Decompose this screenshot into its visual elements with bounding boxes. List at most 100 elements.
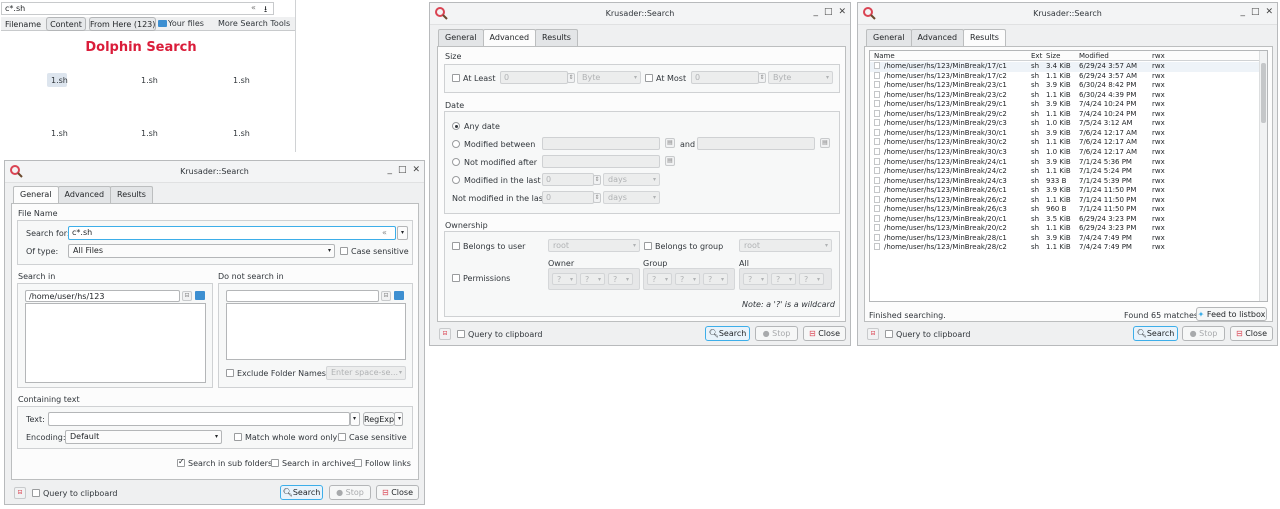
not-modified-in-last-unit[interactable]: days ▾	[603, 191, 660, 204]
table-row[interactable]: /home/user/hs/123/MinBreak/29/c2 sh 1.1 Ki…	[870, 109, 1267, 120]
close-icon[interactable]: ✕	[838, 7, 846, 17]
modified-to-input[interactable]	[697, 137, 815, 150]
perm-read-all[interactable]: ? ▾	[743, 273, 768, 285]
spin-icon[interactable]: ⇕	[567, 73, 575, 83]
search-history-dropdown[interactable]: ▾	[397, 226, 408, 240]
spin-icon[interactable]: ⇕	[593, 175, 601, 185]
at-least-label[interactable]: At Least	[463, 74, 495, 83]
perm-read-group[interactable]: ? ▾	[647, 273, 672, 285]
browse-folder-icon[interactable]	[394, 291, 404, 300]
calendar-icon[interactable]: ▤	[665, 156, 675, 166]
modified-in-last-value[interactable]: 0	[542, 173, 594, 186]
table-row[interactable]: /home/user/hs/123/MinBreak/26/c1 sh 3.9 Ki…	[870, 186, 1267, 196]
calendar-icon[interactable]: ▤	[820, 138, 830, 148]
do-not-search-input[interactable]	[226, 290, 379, 302]
search-button[interactable]: 🔍︎Search	[1133, 326, 1178, 341]
close-icon[interactable]: ✕	[412, 165, 420, 175]
file-item-label[interactable]: 1.sh	[51, 76, 68, 85]
file-item-label[interactable]: 1.sh	[51, 129, 68, 138]
permissions-checkbox[interactable]	[452, 274, 460, 282]
match-whole-word-checkbox[interactable]	[234, 433, 242, 441]
query-clipboard-checkbox[interactable]	[885, 330, 893, 338]
modified-between-label[interactable]: Modified between	[464, 140, 535, 149]
stop-button[interactable]: ● Stop	[329, 485, 371, 500]
dolphin-search-bar[interactable]: c*.sh « ⭳	[1, 2, 274, 15]
table-row[interactable]: /home/user/hs/123/MinBreak/30/c1 sh 3.9 Ki…	[870, 128, 1267, 139]
table-row[interactable]: /home/user/hs/123/MinBreak/17/c2 sh 1.1 Ki…	[870, 71, 1267, 82]
tab-general[interactable]: General	[13, 186, 59, 204]
perm-write-all[interactable]: ? ▾	[771, 273, 796, 285]
close-button[interactable]: ⊟ Close	[376, 485, 419, 500]
dolphin-search-input[interactable]: c*.sh	[5, 4, 25, 13]
close-button[interactable]: ⊟ Close	[1230, 326, 1273, 341]
tab-advanced[interactable]: Advanced	[482, 29, 537, 47]
table-row[interactable]: /home/user/hs/123/MinBreak/26/c3 sh 960 B 7…	[870, 205, 1267, 215]
query-clipboard-checkbox[interactable]	[32, 489, 40, 497]
at-most-label[interactable]: At Most	[656, 74, 686, 83]
table-row[interactable]: /home/user/hs/123/MinBreak/28/c1 sh 3.9 Ki…	[870, 233, 1267, 244]
query-clipboard-checkbox[interactable]	[457, 330, 465, 338]
table-row[interactable]: /home/user/hs/123/MinBreak/29/c1 sh 3.9 Ki…	[870, 100, 1267, 110]
case-sensitive-checkbox[interactable]	[340, 247, 348, 255]
results-table[interactable]: Name Ext Size Modified rwx /home/user/hs…	[869, 50, 1268, 302]
tab-general[interactable]: General	[866, 29, 912, 46]
clear-path-icon[interactable]: ⊟	[381, 291, 391, 301]
permissions-label[interactable]: Permissions	[463, 274, 510, 283]
not-modified-in-last-value[interactable]: 0	[542, 191, 594, 204]
tab-advanced[interactable]: Advanced	[910, 29, 965, 46]
at-most-value[interactable]: 0	[691, 71, 759, 84]
search-in-path-input[interactable]: /home/user/hs/123	[25, 290, 180, 302]
at-most-unit-dropdown[interactable]: Byte ▾	[768, 71, 833, 84]
file-item-label[interactable]: 1.sh	[141, 76, 158, 85]
not-modified-in-last-label[interactable]: Not modified in the last	[452, 194, 546, 203]
file-item-label[interactable]: 1.sh	[141, 129, 158, 138]
close-icon[interactable]: ✕	[1265, 7, 1273, 17]
table-row[interactable]: /home/user/hs/123/MinBreak/23/c1 sh 3.9 Ki…	[870, 81, 1267, 91]
at-least-checkbox[interactable]	[452, 74, 460, 82]
text-input[interactable]	[48, 412, 350, 426]
exclude-folder-names-checkbox[interactable]	[226, 369, 234, 377]
table-row[interactable]: /home/user/hs/123/MinBreak/24/c2 sh 1.1 Ki…	[870, 167, 1267, 177]
modified-from-input[interactable]	[542, 137, 660, 150]
minimize-icon[interactable]: _	[1240, 7, 1245, 17]
table-row[interactable]: /home/user/hs/123/MinBreak/28/c2 sh 1.1 Ki…	[870, 243, 1267, 253]
minimize-icon[interactable]: _	[387, 165, 392, 175]
case-sensitive-text-label[interactable]: Case sensitive	[349, 433, 407, 442]
query-clipboard-label[interactable]: Query to clipboard	[43, 489, 117, 498]
modified-between-radio[interactable]	[452, 140, 460, 148]
modified-in-last-radio[interactable]	[452, 176, 460, 184]
table-row[interactable]: /home/user/hs/123/MinBreak/23/c2 sh 1.1 Ki…	[870, 90, 1267, 101]
search-button[interactable]: 🔍︎Search	[705, 326, 750, 341]
table-row[interactable]: /home/user/hs/123/MinBreak/24/c1 sh 3.9 Ki…	[870, 157, 1267, 168]
follow-links-checkbox[interactable]	[354, 459, 362, 467]
clear-path-icon[interactable]: ⊟	[182, 291, 192, 301]
file-item-label[interactable]: 1.sh	[233, 129, 250, 138]
table-row[interactable]: /home/user/hs/123/MinBreak/20/c1 sh 3.5 Ki…	[870, 214, 1267, 225]
close-button[interactable]: ⊟ Close	[803, 326, 846, 341]
text-history-dropdown[interactable]: ▾	[350, 412, 360, 426]
filter-content-button[interactable]: Content	[46, 17, 86, 31]
calendar-icon[interactable]: ▤	[665, 138, 675, 148]
match-whole-word-label[interactable]: Match whole word only	[245, 433, 337, 442]
stop-button[interactable]: ● Stop	[755, 326, 798, 341]
modified-in-last-label[interactable]: Modified in the last	[464, 176, 541, 185]
encoding-dropdown[interactable]: Default ▾	[65, 430, 222, 444]
vertical-scrollbar[interactable]	[1259, 51, 1267, 301]
query-clipboard-label[interactable]: Query to clipboard	[468, 330, 542, 339]
at-least-unit-dropdown[interactable]: Byte ▾	[577, 71, 641, 84]
tab-results[interactable]: Results	[535, 29, 578, 46]
group-dropdown[interactable]: root ▾	[739, 239, 832, 252]
regexp-dropdown[interactable]: ▾	[394, 412, 403, 426]
query-clipboard-label[interactable]: Query to clipboard	[896, 330, 970, 339]
search-for-input[interactable]: c*.sh	[68, 226, 396, 240]
table-row[interactable]: /home/user/hs/123/MinBreak/17/c1 sh 3.4 Ki…	[870, 62, 1267, 72]
filter-from-here-button[interactable]: From Here (123)	[89, 17, 156, 31]
titlebar[interactable]: Krusader::Search _ □ ✕	[5, 161, 424, 183]
spin-icon[interactable]: ⇕	[758, 73, 766, 83]
table-row[interactable]: /home/user/hs/123/MinBreak/24/c3 sh 933 B 7…	[870, 176, 1267, 187]
download-icon[interactable]: ⭳	[264, 2, 267, 18]
perm-exec-group[interactable]: ? ▾	[703, 273, 728, 285]
profile-icon[interactable]: ⊟	[439, 328, 451, 340]
at-most-checkbox[interactable]	[645, 74, 653, 82]
browse-folder-icon[interactable]	[195, 291, 205, 300]
